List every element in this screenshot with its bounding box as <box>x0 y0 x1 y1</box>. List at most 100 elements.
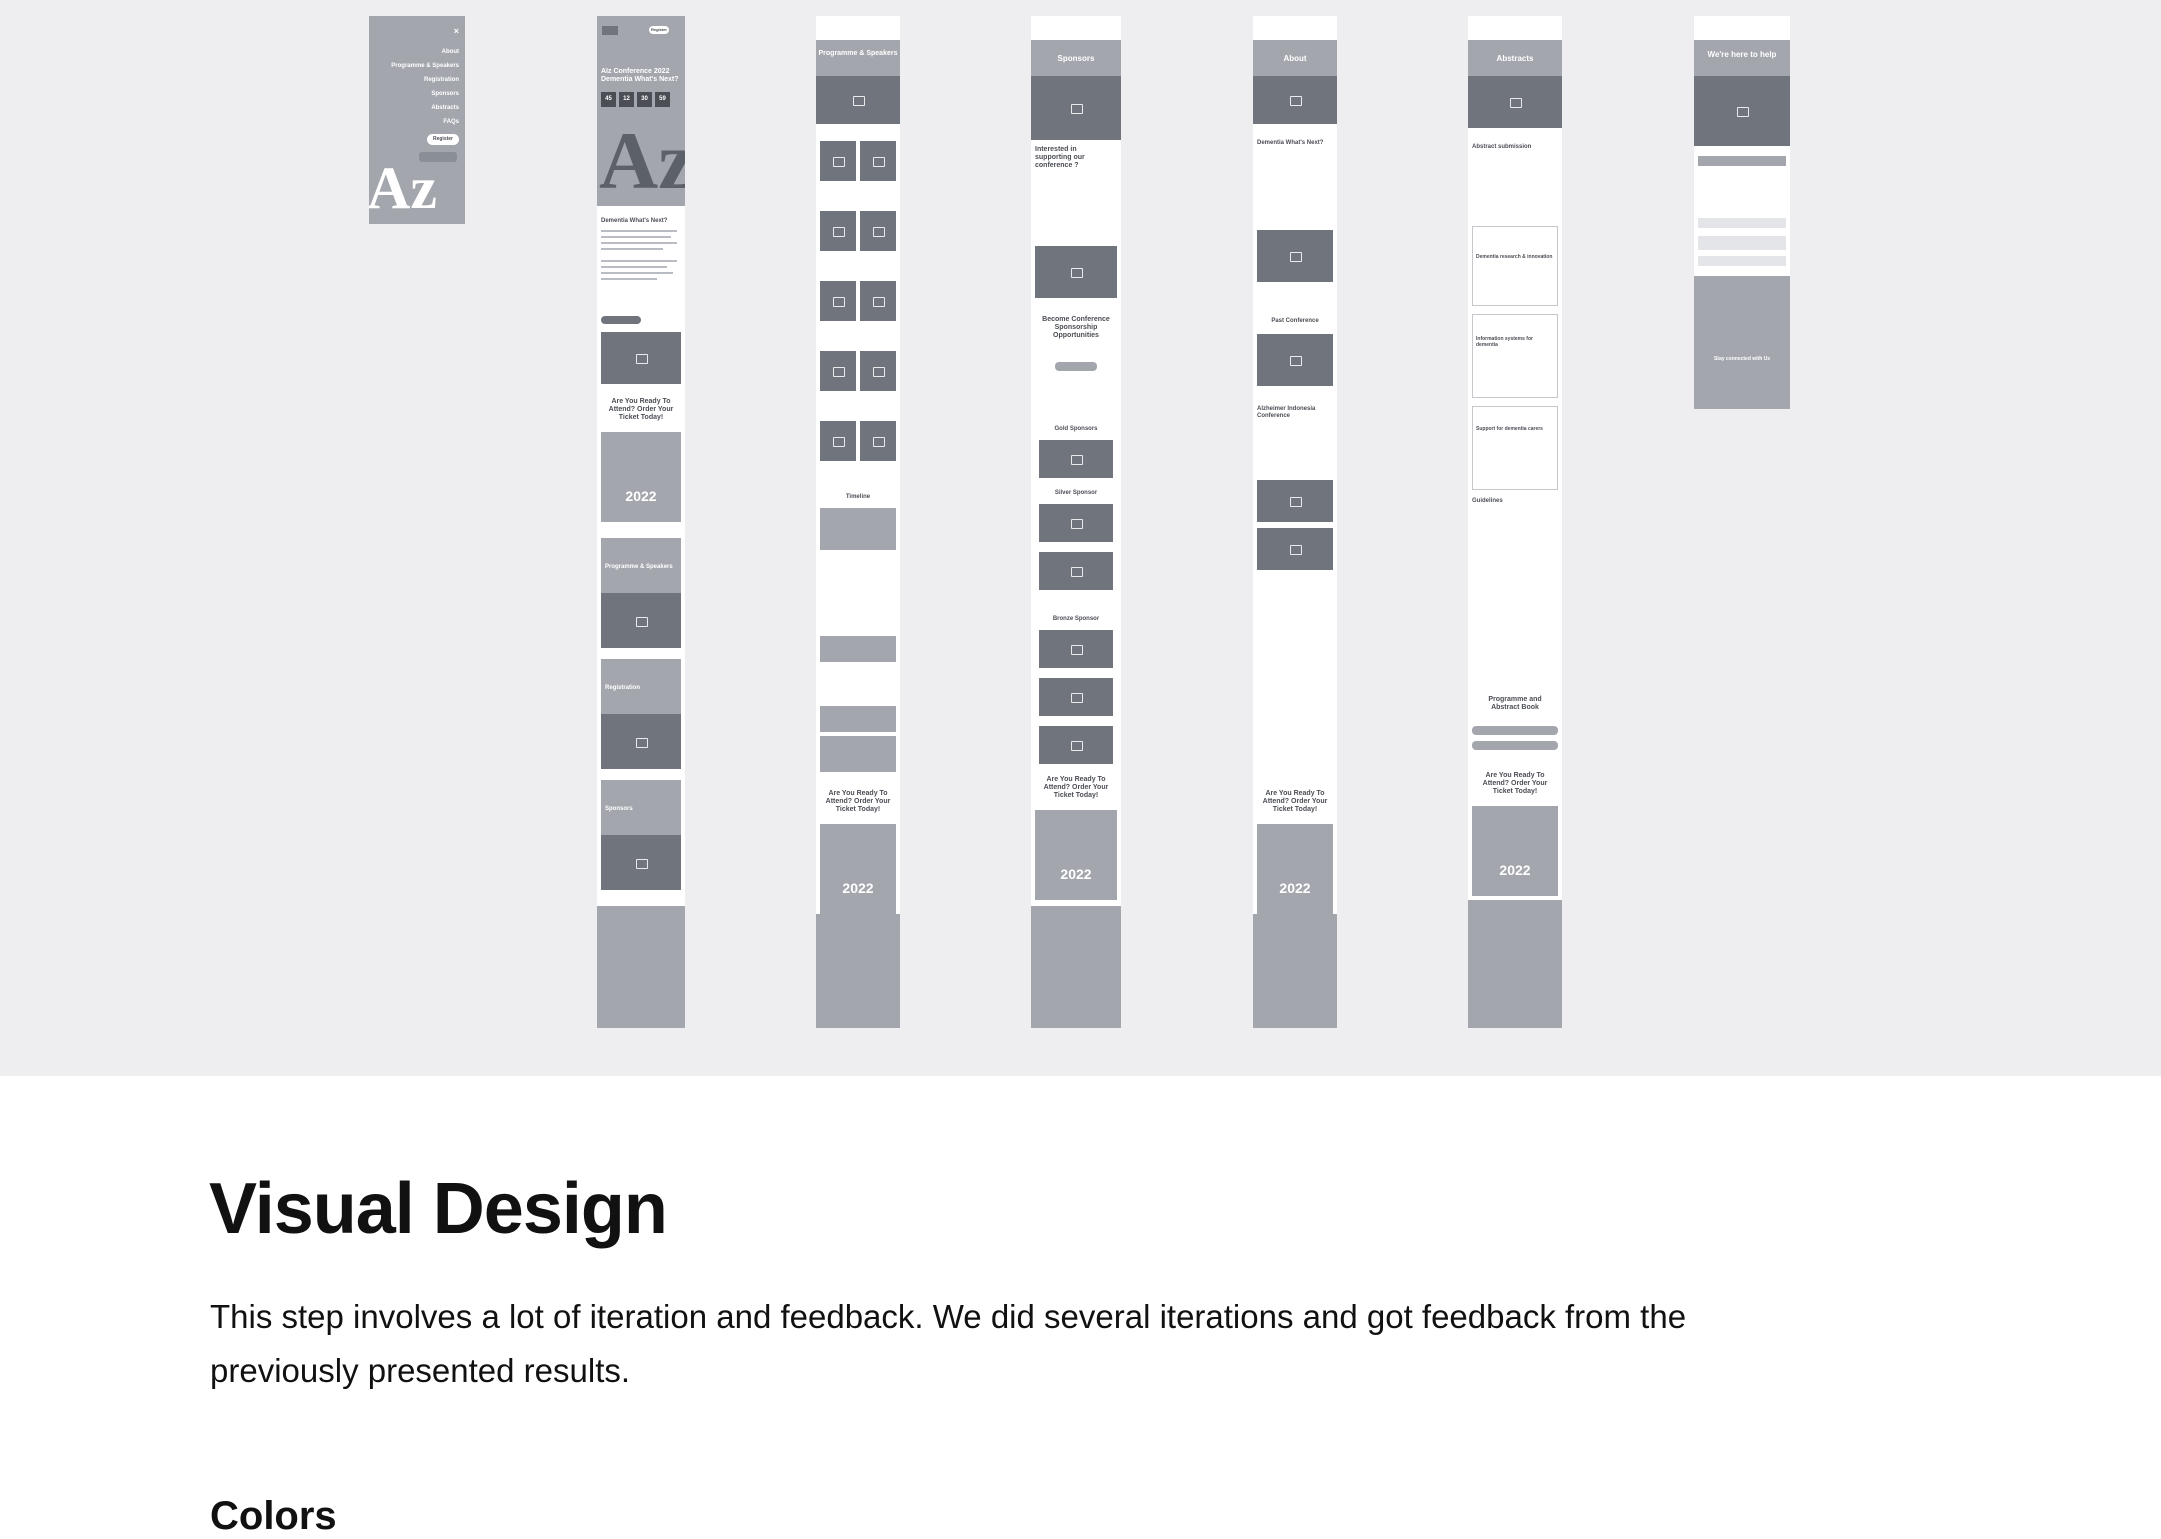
speaker-photo <box>820 281 856 321</box>
programme-title: Programme & Speakers <box>818 50 898 57</box>
section-description: This step involves a lot of iteration an… <box>210 1298 1687 1389</box>
ticket-year: 2022 <box>1499 862 1531 878</box>
programme-hero: Programme & Speakers <box>816 40 900 76</box>
topic-card[interactable] <box>1472 226 1558 306</box>
about-banner <box>1253 76 1337 124</box>
logo: Az <box>369 155 437 221</box>
about-image <box>1257 528 1333 570</box>
video-thumbnail[interactable] <box>601 332 681 384</box>
register-label: Register <box>650 27 667 32</box>
about-mockup: About Dementia What's Next? Past Confere… <box>1253 16 1337 1028</box>
faq-item[interactable] <box>1698 236 1786 250</box>
topic-title: Information systems for dementia <box>1476 336 1533 348</box>
faq-title: We're here to help <box>1707 50 1777 59</box>
speaker-photo <box>860 351 896 391</box>
footer <box>1253 914 1337 1028</box>
footer <box>816 914 900 1028</box>
footer <box>597 906 685 1028</box>
read-more-button[interactable] <box>601 316 641 324</box>
past-conference-title: Past Conference <box>1271 318 1319 324</box>
menu-item-abstracts[interactable]: Abstracts <box>431 105 459 111</box>
cta-title: Are You Ready To Attend? Order Your Tick… <box>1262 790 1328 813</box>
speaker-photo <box>820 421 856 461</box>
countdown: 45 12 30 59 <box>601 92 673 110</box>
card-registration-image <box>601 714 681 769</box>
faq-banner <box>1694 76 1790 146</box>
card-registration-label: Registration <box>605 685 641 691</box>
menu-item-about[interactable]: About <box>442 49 459 55</box>
about-image <box>1257 480 1333 522</box>
register-button[interactable]: Register <box>427 134 459 145</box>
sponsor-logo <box>1039 440 1113 478</box>
timeline-session[interactable] <box>820 636 896 662</box>
programme-mockup: Programme & Speakers Timeline Are You Re… <box>816 16 900 1028</box>
abstracts-hero: Abstracts <box>1468 40 1562 76</box>
video-thumbnail[interactable] <box>1257 230 1333 282</box>
past-conference-carousel[interactable] <box>1257 334 1333 386</box>
card-sponsors-image <box>601 835 681 890</box>
register-button[interactable]: Register <box>649 26 669 34</box>
card-sponsors-label: Sponsors <box>605 806 633 812</box>
become-sponsor-title: Become Conference Sponsorship Opportunit… <box>1042 316 1110 339</box>
footer: Stay connected with Us <box>1694 276 1790 409</box>
timeline-title: Timeline <box>845 494 871 500</box>
stay-connected: Stay connected with Us <box>1713 356 1771 362</box>
timeline-session[interactable] <box>820 736 896 772</box>
cta-title: Are You Ready To Attend? Order Your Tick… <box>1043 776 1109 799</box>
topic-title: Support for dementia carers <box>1476 426 1543 432</box>
timeline-dates[interactable] <box>820 508 896 550</box>
footer <box>1031 906 1121 1028</box>
topic-title: Dementia research & innovation <box>1476 254 1553 260</box>
ticket-card: 2022 <box>820 824 896 914</box>
ticket-year: 2022 <box>1279 880 1311 896</box>
sponsors-intro: Interested in supporting our conference … <box>1035 146 1085 169</box>
ticket-year: 2022 <box>625 488 657 504</box>
sponsors-banner <box>1031 76 1121 140</box>
speaker-photo <box>860 281 896 321</box>
topic-card[interactable] <box>1472 406 1558 490</box>
speaker-photo <box>820 141 856 181</box>
sponsors-title: Sponsors <box>1057 54 1095 63</box>
card-programme[interactable]: Programme & Speakers <box>601 538 681 593</box>
page-title: Visual Design <box>209 1169 668 1249</box>
sponsor-button[interactable] <box>1055 362 1097 371</box>
sponsor-logo <box>1039 630 1113 668</box>
topic-card[interactable] <box>1472 314 1558 398</box>
menu-item-sponsors[interactable]: Sponsors <box>431 91 459 97</box>
ticket-card: 2022 <box>1035 810 1117 900</box>
cta-title: Are You Ready To Attend? Order Your Tick… <box>1482 772 1548 795</box>
cta-title: Are You Ready To Attend? Order Your Tick… <box>608 398 674 421</box>
faq-item[interactable] <box>1698 156 1786 166</box>
sponsors-image <box>1035 246 1117 298</box>
hamburger-icon[interactable] <box>602 26 618 35</box>
card-programme-label: Programme & Speakers <box>605 564 673 570</box>
sponsor-logo <box>1039 552 1113 590</box>
book-link[interactable] <box>1472 726 1558 735</box>
section-title: Dementia What's Next? <box>601 218 668 224</box>
ticket-card: 2022 <box>601 432 681 522</box>
card-registration[interactable]: Registration <box>601 659 681 714</box>
menu-item-faqs[interactable]: FAQs <box>443 119 459 125</box>
card-sponsors[interactable]: Sponsors <box>601 780 681 835</box>
menu-mockup: × About Programme & Speakers Registratio… <box>369 16 465 224</box>
menu-item-programme[interactable]: Programme & Speakers <box>391 63 459 69</box>
book-link[interactable] <box>1472 741 1558 750</box>
about-hero: About <box>1253 40 1337 76</box>
home-mockup: Register AIz Conference 2022 Dementia Wh… <box>597 16 685 1028</box>
hero-headline: AIz Conference 2022 Dementia What's Next… <box>601 68 679 83</box>
countdown-minutes: 30 <box>637 92 652 107</box>
programme-banner <box>816 76 900 124</box>
speaker-photo <box>860 421 896 461</box>
faq-item[interactable] <box>1698 218 1786 228</box>
colors-heading: Colors <box>210 1494 337 1538</box>
menu-item-registration[interactable]: Registration <box>424 77 459 83</box>
faq-item[interactable] <box>1698 256 1786 266</box>
card-programme-image <box>601 593 681 648</box>
timeline-session[interactable] <box>820 706 896 732</box>
close-icon[interactable]: × <box>454 26 459 36</box>
hero-logo: Az <box>599 115 685 206</box>
ticket-year: 2022 <box>1060 866 1092 882</box>
countdown-seconds: 59 <box>655 92 670 107</box>
ticket-card: 2022 <box>1472 806 1558 896</box>
speaker-photo <box>820 211 856 251</box>
